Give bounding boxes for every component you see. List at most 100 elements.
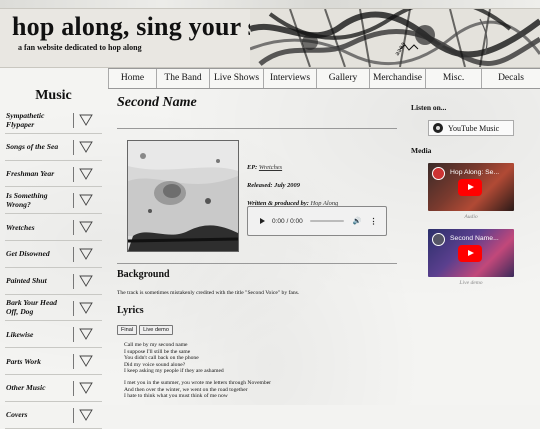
sidebar-item[interactable]: Is Something Wrong? [5,187,102,215]
expand-triangle-icon[interactable] [79,275,93,287]
video-title: Second Name... [450,235,499,242]
youtube-play-icon[interactable] [458,245,482,262]
expand-triangle-icon[interactable] [79,168,93,180]
sidebar-divider [73,113,74,128]
ep-label: EP: [247,164,258,171]
sidebar-item[interactable]: Covers [5,402,102,429]
tab-final[interactable]: Final [117,325,138,335]
sidebar-item-label: Sympathetic Flypaper [6,110,45,129]
nav-interviews[interactable]: Interviews [263,69,316,88]
right-column: Listen on... YouTube Music Media Hop Alo… [411,103,531,286]
lyric-line: You didn't call back on the phone [124,355,199,362]
sidebar-title: Music [35,88,72,103]
tab-live-demo[interactable]: Live demo [139,325,173,335]
expand-triangle-icon[interactable] [79,248,93,260]
youtube-music-button[interactable]: YouTube Music [428,120,514,136]
channel-avatar [432,167,445,180]
sidebar-divider [73,407,74,423]
youtube-play-icon[interactable] [458,179,482,196]
main-content: Second Name EP: Wretches Released: July … [117,92,397,399]
nav-the-band[interactable]: The Band [156,69,209,88]
nav-misc[interactable]: Misc. [425,69,481,88]
sidebar-item[interactable]: Parts Work [5,348,102,375]
audio-player: 0:00 / 0:00 🔊 ⋮ [247,206,387,236]
sidebar-item-label: Parts Work [6,356,41,366]
sidebar-item[interactable]: Likewise [5,321,102,349]
lyric-line: I met you in the summer, you wrote me le… [124,379,272,386]
lyrics-version-tabs: Final Live demo [117,325,173,335]
sidebar-divider [73,246,74,262]
sidebar-item-label: Get Disowned [6,249,50,259]
sidebar-item-label: Freshman Year [6,168,55,178]
album-cover-image [127,140,239,252]
lyric-line: I keep asking my people if they are asha… [124,368,224,375]
sidebar-item-label: Is Something Wrong? [6,191,48,210]
sidebar-divider [73,273,74,289]
video-title: Hop Along: Se... [450,169,500,176]
sidebar-divider [73,354,74,370]
lyrics-heading: Lyrics [117,305,144,316]
nav-live-shows[interactable]: Live Shows [209,69,263,88]
expand-triangle-icon[interactable] [79,114,93,126]
background-text: The track is sometimes mistakenly credit… [117,290,300,296]
play-icon[interactable] [260,218,265,224]
sidebar-item-label: Other Music [6,383,46,393]
youtube-music-icon [433,123,443,133]
video-embed-live-demo[interactable]: Second Name... [428,229,514,277]
expand-triangle-icon[interactable] [79,328,93,341]
nav-gallery[interactable]: Gallery [316,69,369,88]
site-header: hop along, sing your song a fan website … [0,8,540,68]
ep-link[interactable]: Wretches [259,164,282,171]
sidebar-divider [73,166,74,182]
sidebar-item[interactable]: Other Music [5,375,102,402]
sidebar-item-label: Likewise [6,329,34,339]
video-caption: Audio [464,214,478,220]
volume-icon[interactable]: 🔊 [353,217,362,225]
sidebar-item-label: Wretches [6,222,35,232]
sidebar-item[interactable]: Freshman Year [5,161,102,188]
sidebar-item-label: Covers [6,410,28,420]
nav-home[interactable]: Home [108,69,156,88]
lyric-line: Call me by my second name [124,342,188,348]
lyrics-text: Call me by my second name I suppose I'll… [124,342,394,400]
sidebar-item[interactable]: Painted Shut [5,268,102,295]
section-divider [117,263,397,264]
sidebar-divider [73,300,74,316]
expand-triangle-icon[interactable] [79,382,93,394]
ep-line: EP: Wretches [247,164,397,171]
sidebar-divider [73,327,74,343]
sidebar-item[interactable]: Get Disowned [5,241,102,268]
expand-triangle-icon[interactable] [79,409,93,421]
music-sidebar: Music Sympathetic Flypaper Songs of the S… [5,87,102,429]
lyric-line: I hate to think what you must think of m… [124,393,228,400]
sidebar-item[interactable]: Bark Your Head Off, Dog [5,295,102,322]
video-caption: Live demo [459,280,483,286]
sidebar-item-label: Bark Your Head Off, Dog [6,298,57,317]
background-heading: Background [117,269,170,280]
expand-triangle-icon[interactable] [79,355,93,368]
sidebar-item[interactable]: Sympathetic Flypaper [5,107,102,134]
sidebar-item-label: Songs of the Sea [6,142,59,152]
more-options-icon[interactable]: ⋮ [369,217,377,226]
sidebar-item-label: Painted Shut [6,276,47,286]
youtube-music-label: YouTube Music [448,123,500,133]
expand-triangle-icon[interactable] [79,194,93,207]
expand-triangle-icon[interactable] [79,221,93,234]
sidebar-divider [73,220,74,236]
top-texture-strip [0,0,540,8]
sidebar-item[interactable]: Songs of the Sea [5,134,102,161]
audio-progress-bar[interactable] [309,220,344,222]
lyric-line: I suppose I'll still be the same [124,348,191,355]
video-embed-audio[interactable]: Hop Along: Se... [428,163,514,211]
sidebar-item[interactable]: Wretches [5,214,102,241]
nav-decals[interactable]: Decals [481,69,540,88]
header-illustration: aaaa [250,9,540,67]
nav-merchandise[interactable]: Merchandise [369,69,425,88]
sidebar-divider [73,139,74,155]
expand-triangle-icon[interactable] [79,141,93,153]
expand-triangle-icon[interactable] [79,302,93,314]
site-subtitle: a fan website dedicated to hop along [18,43,142,52]
release-date: Released: July 2009 [247,182,300,189]
audio-time: 0:00 / 0:00 [272,217,303,225]
sidebar-divider [73,380,74,396]
